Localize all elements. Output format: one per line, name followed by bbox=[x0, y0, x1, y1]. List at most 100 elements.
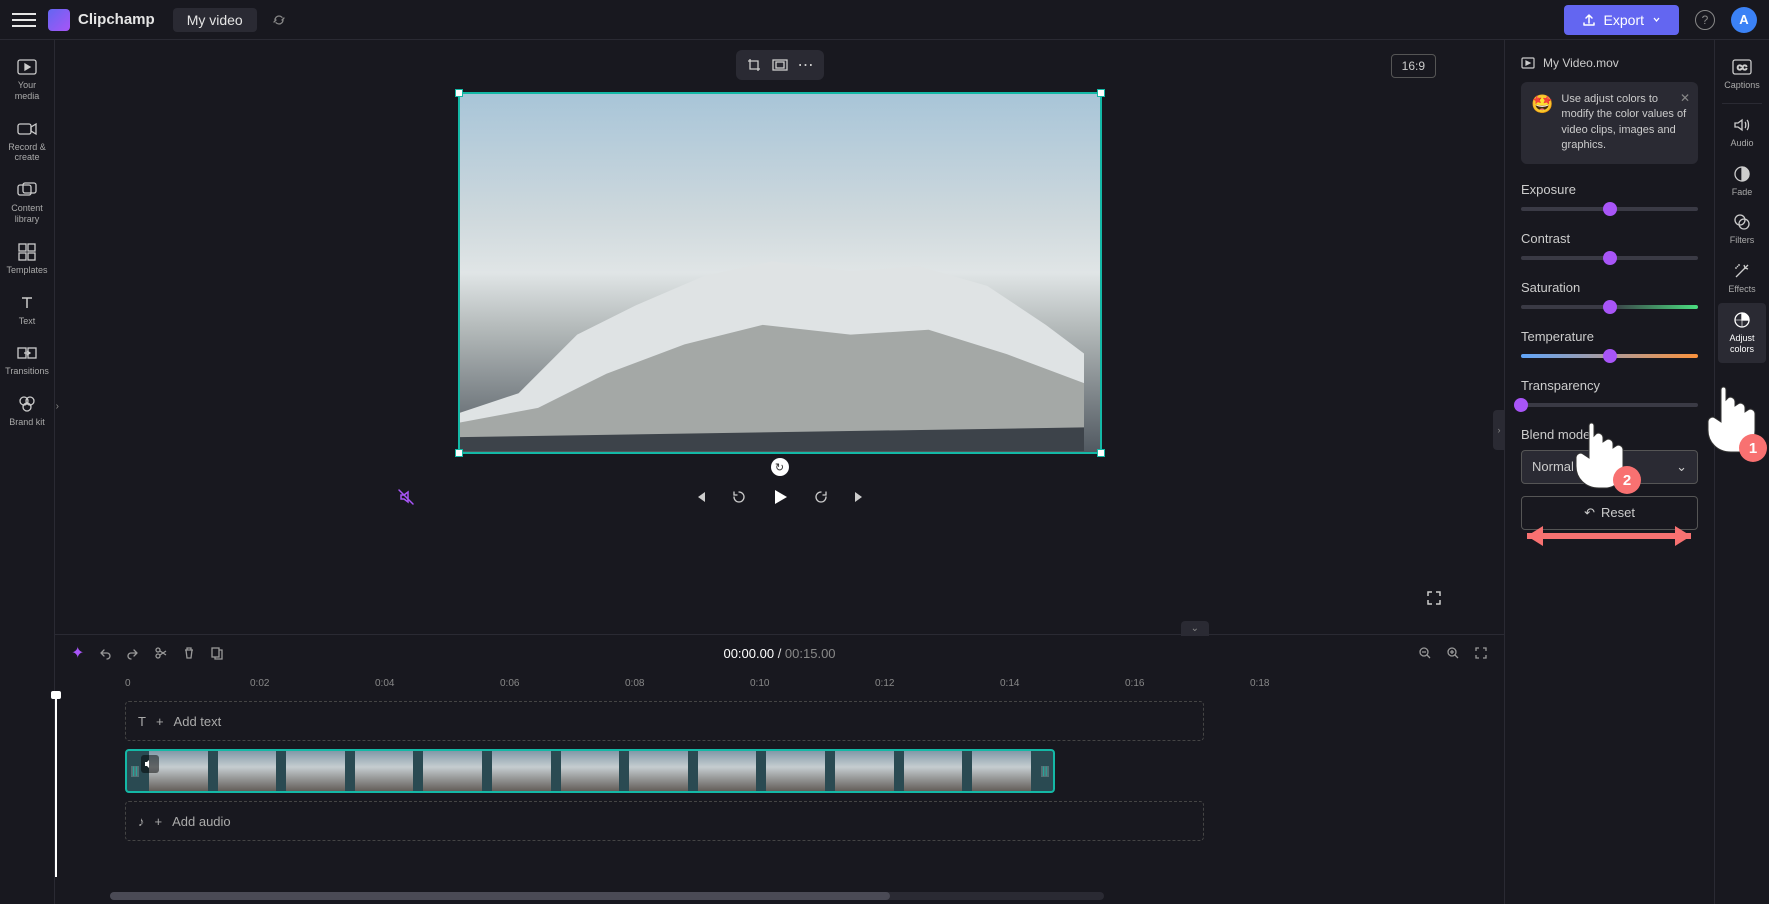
reset-button[interactable]: ↶ Reset bbox=[1521, 496, 1698, 530]
preview-video-canvas[interactable] bbox=[460, 94, 1100, 452]
sidebar-item-templates[interactable]: Templates bbox=[3, 235, 51, 284]
undo-icon: ↶ bbox=[1584, 505, 1595, 521]
panel-collapse-button[interactable]: › bbox=[1493, 410, 1505, 450]
clip-thumbnail bbox=[835, 751, 894, 791]
captions-icon: CC bbox=[1732, 58, 1752, 76]
next-frame-button[interactable] bbox=[853, 490, 867, 504]
clip-handle-right[interactable]: || bbox=[1041, 766, 1049, 777]
playback-controls bbox=[693, 488, 867, 506]
detach-audio-button[interactable] bbox=[397, 488, 415, 506]
sidebar-item-effects[interactable]: Effects bbox=[1718, 254, 1766, 303]
library-icon bbox=[17, 181, 37, 199]
sidebar-item-captions[interactable]: CC Captions bbox=[1718, 50, 1766, 99]
effects-icon bbox=[1732, 262, 1752, 280]
app-name: Clipchamp bbox=[78, 11, 155, 28]
delete-button[interactable] bbox=[182, 646, 196, 660]
duplicate-button[interactable] bbox=[210, 646, 224, 660]
text-track[interactable]: T + Add text bbox=[125, 701, 1204, 741]
clip-thumbnail bbox=[355, 751, 414, 791]
timeline-collapse-button[interactable]: ⌄ bbox=[1181, 621, 1209, 636]
clip-handle-left[interactable]: || bbox=[131, 766, 139, 777]
app-header: Clipchamp My video Export ? A bbox=[0, 0, 1769, 40]
sidebar-item-text[interactable]: Text bbox=[3, 286, 51, 335]
text-track-icon: T bbox=[138, 714, 146, 729]
zoom-out-button[interactable] bbox=[1418, 646, 1432, 660]
preview-area: ⋯ 16:9 ↻ bbox=[55, 40, 1504, 634]
fit-zoom-button[interactable] bbox=[1474, 646, 1488, 660]
audio-track[interactable]: ♪ + Add audio bbox=[125, 801, 1204, 841]
panel-file-header: My Video.mov bbox=[1521, 56, 1698, 70]
blend-mode-select[interactable]: Normal ⌄ bbox=[1521, 450, 1698, 484]
video-track-clip[interactable]: || || bbox=[125, 749, 1055, 793]
app-logo[interactable]: Clipchamp bbox=[48, 9, 155, 31]
timeline-time-display: 00:00.00 / 00:15.00 bbox=[723, 646, 835, 661]
menu-button[interactable] bbox=[12, 8, 36, 32]
preview-frame[interactable]: ↻ bbox=[458, 92, 1102, 454]
transparency-slider[interactable] bbox=[1521, 403, 1698, 407]
aspect-ratio-selector[interactable]: 16:9 bbox=[1391, 54, 1436, 78]
help-button[interactable]: ? bbox=[1695, 10, 1715, 30]
sidebar-item-filters[interactable]: Filters bbox=[1718, 205, 1766, 254]
fit-tool[interactable] bbox=[768, 55, 792, 75]
tip-box: 🤩 Use adjust colors to modify the color … bbox=[1521, 82, 1698, 164]
temperature-slider[interactable] bbox=[1521, 354, 1698, 358]
saturation-slider[interactable] bbox=[1521, 305, 1698, 309]
sidebar-item-content-library[interactable]: Content library bbox=[3, 173, 51, 233]
sidebar-item-adjust-colors[interactable]: Adjust colors bbox=[1718, 303, 1766, 363]
clip-visibility-icon[interactable] bbox=[141, 755, 159, 773]
left-sidebar: Your media Record & create Content libra… bbox=[0, 40, 55, 904]
clip-thumbnail bbox=[561, 751, 620, 791]
magic-tool[interactable]: ✦ bbox=[71, 643, 84, 663]
sidebar-item-record[interactable]: Record & create bbox=[3, 112, 51, 172]
video-title-input[interactable]: My video bbox=[173, 8, 257, 32]
resize-handle-tr[interactable] bbox=[1097, 89, 1105, 97]
adjust-colors-icon bbox=[1732, 311, 1752, 329]
resize-handle-tl[interactable] bbox=[455, 89, 463, 97]
transparency-label: Transparency bbox=[1521, 378, 1698, 393]
contrast-slider[interactable] bbox=[1521, 256, 1698, 260]
exposure-slider[interactable] bbox=[1521, 207, 1698, 211]
text-icon bbox=[17, 294, 37, 312]
templates-icon bbox=[17, 243, 37, 261]
clip-thumbnail bbox=[492, 751, 551, 791]
saturation-label: Saturation bbox=[1521, 280, 1698, 295]
prev-frame-button[interactable] bbox=[693, 490, 707, 504]
audio-track-icon: ♪ bbox=[138, 814, 145, 829]
more-tool[interactable]: ⋯ bbox=[794, 55, 818, 75]
play-button[interactable] bbox=[771, 488, 789, 506]
zoom-in-button[interactable] bbox=[1446, 646, 1460, 660]
undo-button[interactable] bbox=[98, 646, 112, 660]
resize-handle-br[interactable] bbox=[1097, 449, 1105, 457]
video-file-icon bbox=[1521, 57, 1535, 69]
clipchamp-logo-icon bbox=[48, 9, 70, 31]
clip-thumbnail bbox=[218, 751, 277, 791]
export-button[interactable]: Export bbox=[1564, 5, 1679, 35]
far-right-sidebar: CC Captions Audio Fade Filters Effects A… bbox=[1714, 40, 1769, 904]
filters-icon bbox=[1732, 213, 1752, 231]
sidebar-item-brand-kit[interactable]: Brand kit › bbox=[3, 387, 51, 436]
tip-emoji-icon: 🤩 bbox=[1531, 92, 1553, 154]
skip-back-button[interactable] bbox=[731, 489, 747, 505]
redo-button[interactable] bbox=[126, 646, 140, 660]
exposure-label: Exposure bbox=[1521, 182, 1698, 197]
fullscreen-button[interactable] bbox=[1426, 590, 1442, 606]
playhead[interactable] bbox=[55, 697, 57, 877]
adjust-colors-panel: › My Video.mov 🤩 Use adjust colors to mo… bbox=[1504, 40, 1714, 904]
sidebar-item-transitions[interactable]: Transitions bbox=[3, 336, 51, 385]
user-avatar[interactable]: A bbox=[1731, 7, 1757, 33]
timeline-tracks: T + Add text || bbox=[55, 701, 1504, 841]
crop-tool[interactable] bbox=[742, 55, 766, 75]
rotate-handle[interactable]: ↻ bbox=[771, 458, 789, 476]
sidebar-item-your-media[interactable]: Your media bbox=[3, 50, 51, 110]
skip-forward-button[interactable] bbox=[813, 489, 829, 505]
preview-toolbar: ⋯ bbox=[736, 50, 824, 80]
media-icon bbox=[17, 58, 37, 76]
split-button[interactable] bbox=[154, 646, 168, 660]
resize-handle-bl[interactable] bbox=[455, 449, 463, 457]
sidebar-item-fade[interactable]: Fade bbox=[1718, 157, 1766, 206]
speaker-icon bbox=[1732, 116, 1752, 134]
timeline-scrollbar[interactable] bbox=[110, 892, 1104, 900]
timeline-ruler[interactable]: 0 0:02 0:04 0:06 0:08 0:10 0:12 0:14 0:1… bbox=[55, 671, 1504, 695]
sidebar-item-audio[interactable]: Audio bbox=[1718, 108, 1766, 157]
tip-close-button[interactable]: ✕ bbox=[1680, 90, 1690, 107]
